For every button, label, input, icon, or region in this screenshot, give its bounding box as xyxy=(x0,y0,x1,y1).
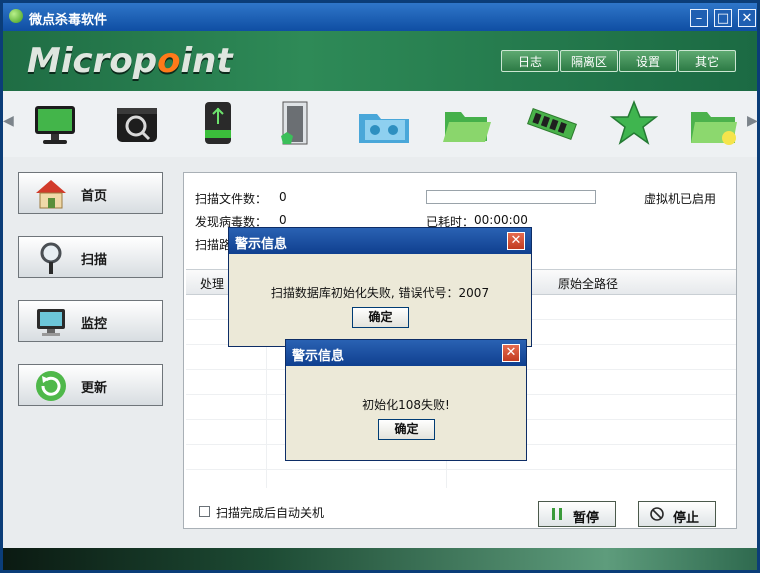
auto-shutdown-label: 扫描完成后自动关机 xyxy=(216,506,325,520)
star-icon[interactable] xyxy=(599,96,669,152)
pause-icon xyxy=(552,508,562,520)
nav-other-button[interactable]: 其它 xyxy=(678,50,736,72)
memory-chip-icon[interactable] xyxy=(517,96,587,152)
maximize-button[interactable]: □ xyxy=(714,9,732,27)
column-header-action: 处理 xyxy=(200,277,225,291)
alert-dialog-database: 警示信息 ✕ 扫描数据库初始化失败, 错误代号：2007 确定 xyxy=(228,227,532,347)
pause-button[interactable]: 暂停 xyxy=(538,501,616,527)
refresh-icon xyxy=(36,371,66,401)
virus-found-value: 0 xyxy=(279,213,287,227)
sidebar-item-scan[interactable]: 扫描 xyxy=(18,236,163,278)
scan-progress-bar xyxy=(426,190,596,204)
alert-dialog-init: 警示信息 ✕ 初始化108失败! 确定 xyxy=(285,339,527,461)
window-title: 微点杀毒软件 xyxy=(29,13,108,28)
folder-open-icon[interactable] xyxy=(431,96,501,152)
nav-quarantine-button[interactable]: 隔离区 xyxy=(560,50,618,72)
monitor-icon[interactable] xyxy=(21,96,91,152)
table-row xyxy=(186,469,736,470)
dialog-title: 警示信息 xyxy=(292,349,345,364)
stop-button[interactable]: 停止 xyxy=(638,501,716,527)
header-banner: Micropoint 日志 隔离区 设置 其它 xyxy=(3,31,757,91)
dialog-message: 初始化108失败! xyxy=(362,398,450,412)
sidebar-item-monitor[interactable]: 监控 xyxy=(18,300,163,342)
sidebar-item-label: 更新 xyxy=(81,381,108,396)
vm-status: 虚拟机已启用 xyxy=(644,192,717,206)
tool-strip: ◀ ▶ xyxy=(3,91,758,158)
pause-label: 暂停 xyxy=(573,511,600,526)
footer-bar xyxy=(3,548,757,570)
door-exit-icon[interactable] xyxy=(261,96,331,152)
folder-star-icon[interactable] xyxy=(679,96,749,152)
sidebar-item-label: 扫描 xyxy=(81,253,108,268)
sidebar-item-label: 首页 xyxy=(81,189,108,204)
dialog-message: 扫描数据库初始化失败, 错误代号：2007 xyxy=(270,286,490,300)
close-button[interactable]: ✕ xyxy=(738,9,756,27)
nav-log-button[interactable]: 日志 xyxy=(501,50,559,72)
app-icon xyxy=(9,9,23,23)
dialog-close-button[interactable]: ✕ xyxy=(507,232,525,250)
disk-search-icon[interactable] xyxy=(103,96,173,152)
app-window: 微点杀毒软件 – □ ✕ Micropoint 日志 隔离区 设置 其它 ◀ ▶ xyxy=(0,0,760,573)
sidebar-item-home[interactable]: 首页 xyxy=(18,172,163,214)
column-header-path: 原始全路径 xyxy=(558,277,619,291)
scroll-left-arrow[interactable]: ◀ xyxy=(3,111,14,131)
dialog-title-bar: 警示信息 ✕ xyxy=(229,228,531,254)
dialog-close-button[interactable]: ✕ xyxy=(502,344,520,362)
dialog-title: 警示信息 xyxy=(235,237,288,252)
magnifier-icon xyxy=(40,242,62,274)
files-scanned-label: 扫描文件数： xyxy=(195,192,268,206)
nav-settings-button[interactable]: 设置 xyxy=(619,50,677,72)
sidebar-item-label: 监控 xyxy=(81,317,108,332)
files-scanned-value: 0 xyxy=(279,190,287,204)
dialog-ok-button[interactable]: 确定 xyxy=(352,307,409,328)
monitor-icon xyxy=(37,309,65,336)
auto-shutdown-checkbox[interactable] xyxy=(199,506,210,517)
title-bar: 微点杀毒软件 – □ ✕ xyxy=(3,3,757,31)
elapsed-value: 00:00:00 xyxy=(474,213,528,227)
minimize-button[interactable]: – xyxy=(690,9,708,27)
sidebar-item-update[interactable]: 更新 xyxy=(18,364,163,406)
dialog-ok-button[interactable]: 确定 xyxy=(378,419,435,440)
usb-drive-icon[interactable] xyxy=(183,96,253,152)
stop-label: 停止 xyxy=(673,511,700,526)
dialog-title-bar: 警示信息 ✕ xyxy=(286,340,526,366)
micropoint-logo: Micropoint xyxy=(27,41,233,81)
stop-icon xyxy=(650,507,664,521)
folder-network-icon[interactable] xyxy=(349,96,419,152)
top-nav: 日志 隔离区 设置 其它 xyxy=(501,50,737,72)
scan-path-label: 扫描路 xyxy=(195,238,232,252)
home-icon xyxy=(36,180,66,209)
